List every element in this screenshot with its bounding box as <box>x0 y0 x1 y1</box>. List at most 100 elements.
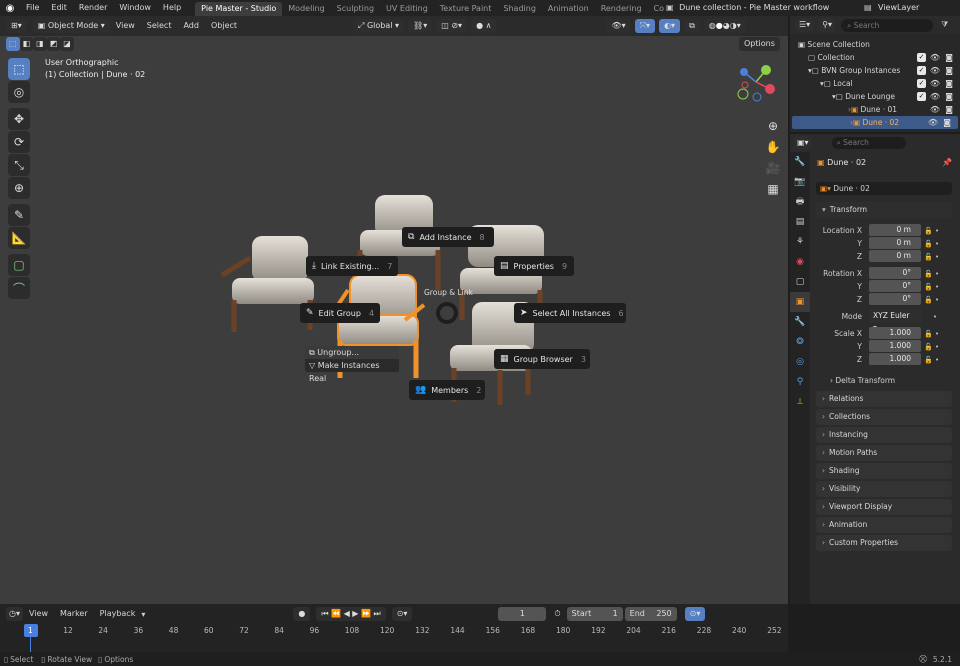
scene-tab-icon[interactable]: ⚘ <box>790 232 810 252</box>
workspace-tab-animation[interactable]: Animation <box>542 2 595 16</box>
properties-editor-icon[interactable]: ▣▾ <box>794 136 812 150</box>
object-data-field[interactable]: ▣▾ Dune · 02 <box>816 182 952 195</box>
exclude-checkbox[interactable]: ✓ <box>917 53 926 62</box>
lock-icon[interactable]: 🔓 • <box>924 225 939 238</box>
workspace-tab-shading[interactable]: Shading <box>497 2 542 16</box>
add-cube-tool-icon[interactable]: ▢ <box>8 254 30 276</box>
modifier-tab-icon[interactable]: 🔧 <box>790 312 810 332</box>
lock-icon[interactable]: 🔓 • <box>924 281 939 294</box>
lock-icon[interactable]: 🔓 • <box>924 238 939 251</box>
select-intersect-icon[interactable]: ◪ <box>60 37 74 51</box>
exclude-checkbox[interactable]: ✓ <box>917 66 926 75</box>
lock-icon[interactable]: 🔓 • <box>924 294 939 307</box>
workspace-tab-texture-paint[interactable]: Texture Paint <box>434 2 498 16</box>
timeline-menu-marker[interactable]: Marker <box>54 606 94 622</box>
editor-type-button[interactable]: ⊞▾ <box>6 19 27 33</box>
transform-tool-icon[interactable]: ⊕ <box>8 177 30 199</box>
particles-tab-icon[interactable]: ❂ <box>790 332 810 352</box>
eye-icon[interactable]: 👁 <box>930 77 940 90</box>
camera-icon[interactable]: ◙ <box>945 64 953 77</box>
pie-item-add-instance[interactable]: ⧉ Add Instance 8 <box>402 227 494 247</box>
scale-z-field[interactable]: 1.000 <box>869 353 921 365</box>
select-subtract-icon[interactable]: ◨ <box>33 37 47 51</box>
blender-logo-icon[interactable]: ◉ <box>0 3 20 14</box>
object-tab-icon[interactable]: ▣ <box>790 292 810 312</box>
current-frame-field[interactable]: 1 <box>498 607 547 621</box>
view-layer-name[interactable]: ViewLayer <box>878 0 919 16</box>
menu-edit[interactable]: Edit <box>45 0 73 16</box>
menu-window[interactable]: Window <box>113 0 157 16</box>
location-y-field[interactable]: 0 m <box>869 237 921 249</box>
location-x-field[interactable]: 0 m <box>869 224 921 236</box>
pie-item-edit-group[interactable]: ✎ Edit Group 4 <box>300 303 380 323</box>
workspace-tab-rendering[interactable]: Rendering <box>595 2 648 16</box>
clock-icon[interactable]: ⏱ <box>554 609 560 619</box>
outliner-editor-icon[interactable]: ☰▾ <box>796 18 814 32</box>
outliner-filter-funnel-icon[interactable]: ⧩ <box>941 20 948 30</box>
zoom-icon[interactable]: ⊕ <box>764 117 782 135</box>
outliner-row-dune-02[interactable]: ›▣ Dune · 02 👁 ◙ <box>792 116 958 129</box>
panel-motion-paths[interactable]: › Motion Paths <box>816 445 952 461</box>
rotate-tool-icon[interactable]: ⟳ <box>8 131 30 153</box>
pivot-dropdown[interactable]: ⛓▾ <box>408 19 433 33</box>
rotation-mode-dropdown[interactable]: XYZ Euler ▾ <box>869 310 921 332</box>
eye-icon[interactable]: 👁 <box>930 103 940 116</box>
exclude-checkbox[interactable]: ✓ <box>917 79 926 88</box>
menu-file[interactable]: File <box>20 0 45 16</box>
delta-transform-subpanel[interactable]: › Delta Transform <box>830 376 895 385</box>
gizmo-toggle[interactable]: ⤧▾ <box>634 19 656 33</box>
lock-icon[interactable]: 🔓 • <box>924 268 939 281</box>
overlay-toggle[interactable]: ◐▾ <box>659 19 681 33</box>
navigation-gizmo[interactable] <box>730 60 786 110</box>
outliner-row-scene-collection[interactable]: ▣ Scene Collection <box>790 38 960 51</box>
keying-button[interactable]: ⊙▾ <box>391 607 413 621</box>
select-tool-icon[interactable]: ⬚ <box>8 58 30 80</box>
rotation-z-field[interactable]: 0° <box>869 293 921 305</box>
viewport-menu-object[interactable]: Object <box>205 18 243 34</box>
view-layer-tab-icon[interactable]: ▤ <box>790 212 810 232</box>
cursor-tool-icon[interactable]: ◎ <box>8 81 30 103</box>
outliner-row-collection[interactable]: ▢ Collection ✓ 👁 ◙ <box>790 51 960 64</box>
render-tab-icon[interactable]: 📷 <box>790 172 810 192</box>
pan-hand-icon[interactable]: ✋ <box>764 138 782 156</box>
panel-collections[interactable]: › Collections <box>816 409 952 425</box>
outliner-row-dune-01[interactable]: ›▣ Dune · 01 👁 ◙ <box>790 103 960 116</box>
eye-icon[interactable]: 👁 <box>930 90 940 103</box>
scale-y-field[interactable]: 1.000 <box>869 340 921 352</box>
perspective-toggle-icon[interactable]: ▦ <box>764 180 782 198</box>
transform-panel-header[interactable]: ▾ Transform <box>816 202 952 218</box>
physics-tab-icon[interactable]: ◎ <box>790 352 810 372</box>
pie-item-group-browser[interactable]: ▦ Group Browser 3 <box>494 349 590 369</box>
panel-animation[interactable]: › Animation <box>816 517 952 533</box>
output-tab-icon[interactable]: 🖶 <box>790 192 810 212</box>
pie-item-link-existing[interactable]: ⤓ Link Existing... 7 <box>306 256 398 276</box>
visibility-dropdown[interactable]: 👁▾ <box>606 19 631 33</box>
panel-shading[interactable]: › Shading <box>816 463 952 479</box>
timeline-menu-playback[interactable]: Playback <box>94 606 142 622</box>
select-extend-icon[interactable]: ◧ <box>19 37 34 51</box>
shading-modes[interactable]: ◍●◕◑▾ <box>703 19 746 33</box>
mode-dropdown[interactable]: ▣ Object Mode ▾ <box>32 19 110 33</box>
outliner-row-bvn-group-instances[interactable]: ▾▢ BVN Group Instances ✓ 👁 ◙ <box>790 64 960 77</box>
camera-icon[interactable]: ◙ <box>945 51 953 64</box>
make-instances-real-item[interactable]: ▽ Make Instances Real <box>305 359 399 383</box>
menu-help[interactable]: Help <box>157 0 187 16</box>
record-button[interactable]: ● <box>293 607 311 621</box>
workspace-tab-uv-editing[interactable]: UV Editing <box>380 2 434 16</box>
end-frame-field[interactable]: End 250 <box>624 607 677 621</box>
workspace-tab-pie-master[interactable]: Pie Master - Studio <box>195 1 283 16</box>
tool-tab-icon[interactable]: 🔧 <box>790 152 810 172</box>
panel-visibility[interactable]: › Visibility <box>816 481 952 497</box>
collection-tab-icon[interactable]: ▢ <box>790 272 810 292</box>
outliner-search-input[interactable]: ⌕ Search <box>841 18 934 32</box>
lock-icon[interactable]: 🔓 • <box>924 328 939 341</box>
lock-icon[interactable]: 🔓 • <box>924 354 939 367</box>
select-invert-icon[interactable]: ◩ <box>46 37 61 51</box>
viewport-menu-add[interactable]: Add <box>177 18 205 34</box>
camera-icon[interactable]: ◙ <box>945 77 953 90</box>
measure-tool-icon[interactable]: 📐 <box>8 227 30 249</box>
playback-controls[interactable]: ⏮ ⏪ ◀ ▶ ⏩ ⏭ <box>316 607 386 621</box>
viewport-menu-view[interactable]: View <box>110 18 141 34</box>
xray-toggle[interactable]: ⧉ <box>684 19 700 33</box>
snap-toggle[interactable]: ◫ ⊘▾ <box>436 19 468 33</box>
